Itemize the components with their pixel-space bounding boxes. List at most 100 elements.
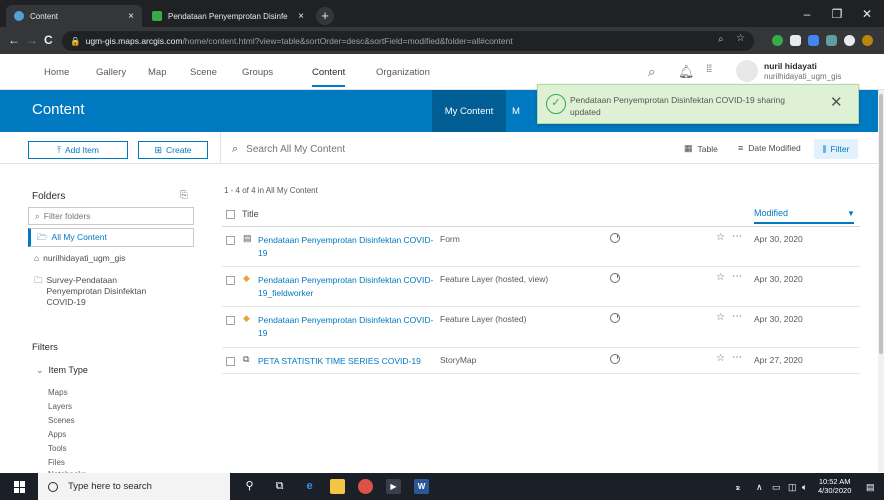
folder-all-my-content[interactable]: 🗁 All My Content [28,228,194,247]
chrome-icon[interactable] [358,479,373,494]
extension-icon[interactable] [826,35,837,46]
back-button[interactable]: ← [8,33,20,47]
task-view-icon[interactable]: ⧉ [272,479,287,494]
notification-center-icon[interactable]: ▤ [866,482,875,493]
item-title-link[interactable]: Pendataan Penyemprotan Disinfektan COVID… [258,234,438,260]
volume-icon[interactable]: 🔈︎ [802,482,807,493]
folder-survey[interactable]: 🗀 Survey-Pendataan Penyemprotan Disinfek… [28,272,194,311]
notifications-bell-icon[interactable]: 🔔︎ [678,64,695,80]
folder-home[interactable]: ⌂ nurilhidayati_ugm_gis [28,250,194,267]
zoom-icon[interactable]: ⌕ [718,34,724,45]
item-title-link[interactable]: PETA STATISTIK TIME SERIES COVID-19 [258,355,458,368]
reload-button[interactable]: C [44,33,53,47]
table-row[interactable]: ◆ Pendataan Penyemprotan Disinfektan COV… [222,267,860,307]
more-options-icon[interactable]: ⋯ [732,231,742,242]
column-title-header[interactable]: Title [242,209,259,219]
more-options-icon[interactable]: ⋯ [732,271,742,282]
edge-icon[interactable]: e [302,479,317,494]
taskbar-clock[interactable]: 10:52 AM 4/30/2020 [818,477,851,495]
search-icon[interactable]: ⌕ [648,64,655,80]
create-button[interactable]: ⊞ Create [138,141,208,159]
row-checkbox[interactable] [226,236,235,245]
item-type-apps[interactable]: Apps [48,430,66,439]
minimize-button[interactable]: – [792,0,822,27]
scrollbar-thumb[interactable] [879,94,883,354]
shared-public-icon[interactable] [610,313,620,323]
battery-icon[interactable]: ▭ [772,482,781,493]
sort-desc-icon[interactable]: ▼ [847,209,855,218]
nav-content[interactable]: Content [312,67,346,87]
nav-gallery[interactable]: Gallery [96,67,126,78]
maximize-button[interactable]: ❐ [822,0,852,27]
table-row[interactable]: ⧉ PETA STATISTIK TIME SERIES COVID-19 St… [222,348,860,374]
tray-overflow-icon[interactable]: ∧ [756,482,763,493]
select-all-checkbox[interactable] [226,210,235,219]
item-type-toggle[interactable]: ⌄ Item Type [36,365,88,376]
row-checkbox[interactable] [226,357,235,366]
item-type-scenes[interactable]: Scenes [48,416,75,425]
item-type-files[interactable]: Files [48,458,65,467]
nav-organization[interactable]: Organization [376,67,430,78]
windows-start-icon[interactable] [14,481,26,493]
toast-close-icon[interactable]: ✕ [830,93,843,111]
view-table-toggle[interactable]: ▦ Table [684,143,718,154]
favorite-star-icon[interactable]: ☆ [716,353,725,364]
user-name[interactable]: nuril hidayati [764,61,817,71]
tab-close-icon[interactable]: × [128,11,134,22]
file-explorer-icon[interactable] [330,479,345,494]
sort-dropdown[interactable]: ≡ Date Modified [738,143,801,153]
row-checkbox[interactable] [226,316,235,325]
media-player-icon[interactable]: ▶ [386,479,401,494]
network-icon[interactable]: ◫ [788,482,797,493]
shared-public-icon[interactable] [610,354,620,364]
extension-icon[interactable] [772,35,783,46]
tab-my-content[interactable]: My Content [432,90,506,132]
address-bar[interactable]: 🔒 ugm-gis.maps.arcgis.com /home/content.… [62,31,754,51]
bookmark-star-icon[interactable]: ☆ [736,33,745,44]
table-row[interactable]: ▤ Pendataan Penyemprotan Disinfektan COV… [222,227,860,267]
shared-public-icon[interactable] [610,233,620,243]
nav-scene[interactable]: Scene [190,67,217,78]
avatar[interactable] [736,60,758,82]
browser-tab-survey[interactable]: Pendataan Penyemprotan Disinfe × [144,5,312,27]
app-launcher-icon[interactable]: ⁞⁞⁞ [706,64,712,75]
extension-icon[interactable] [790,35,801,46]
extension-icon[interactable] [808,35,819,46]
item-type-layers[interactable]: Layers [48,402,72,411]
tab-close-icon[interactable]: × [298,11,304,22]
word-icon[interactable]: W [414,479,429,494]
forward-button[interactable]: → [26,33,38,47]
column-modified-header[interactable]: Modified [754,208,854,224]
browser-tab-content[interactable]: Content × [6,5,142,27]
nav-home[interactable]: Home [44,67,69,78]
content-search-input[interactable]: ⌕ Search All My Content [232,140,532,158]
close-window-button[interactable]: ✕ [852,0,882,27]
profile-avatar-icon[interactable] [862,35,873,46]
shared-public-icon[interactable] [610,273,620,283]
filters-heading: Filters [32,342,58,353]
new-folder-icon[interactable]: ⎘ [180,190,188,201]
favorite-star-icon[interactable]: ☆ [716,232,725,243]
item-title-link[interactable]: Pendataan Penyemprotan Disinfektan COVID… [258,314,438,340]
item-type-maps[interactable]: Maps [48,388,68,397]
favorite-star-icon[interactable]: ☆ [716,312,725,323]
item-title-link[interactable]: Pendataan Penyemprotan Disinfektan COVID… [258,274,438,300]
nav-map[interactable]: Map [148,67,166,78]
microphone-icon[interactable]: ⚲ [242,479,257,494]
table-row[interactable]: ◆ Pendataan Penyemprotan Disinfektan COV… [222,307,860,348]
extension-icon[interactable] [844,35,855,46]
folder-filter-input[interactable]: ⌕ Filter folders [28,207,194,225]
page-scrollbar[interactable] [878,90,884,472]
people-icon[interactable]: ꭱ [736,482,740,493]
taskbar-search-input[interactable]: Type here to search [38,473,230,500]
more-options-icon[interactable]: ⋯ [732,352,742,363]
more-options-icon[interactable]: ⋯ [732,311,742,322]
row-checkbox[interactable] [226,276,235,285]
filter-toggle-button[interactable]: ⫼ Filter [814,139,858,159]
tab-my-organization[interactable]: M [506,90,534,132]
item-type-tools[interactable]: Tools [48,444,67,453]
add-item-button[interactable]: ⤒ Add Item [28,141,128,159]
new-tab-button[interactable]: + [316,7,334,25]
nav-groups[interactable]: Groups [242,67,273,78]
favorite-star-icon[interactable]: ☆ [716,272,725,283]
